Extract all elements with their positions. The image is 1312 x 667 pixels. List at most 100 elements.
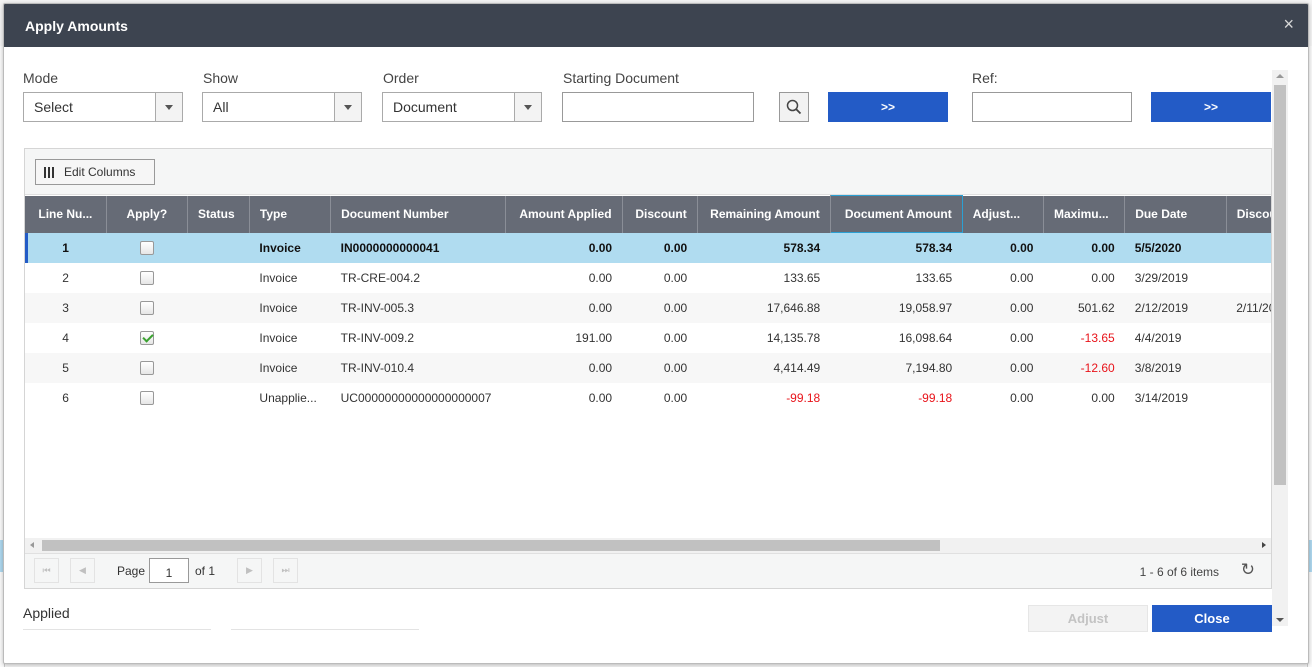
table-row[interactable]: 4 Invoice TR-INV-009.2 191.00 0.00 14,135.78 1… bbox=[25, 323, 1271, 353]
order-select[interactable]: Document bbox=[382, 92, 542, 122]
column-header-maximum[interactable]: Maximu... bbox=[1043, 195, 1126, 233]
chevron-down-icon[interactable] bbox=[514, 93, 541, 121]
cell-amount-applied: 0.00 bbox=[505, 292, 623, 323]
maximum-value: -12.60 bbox=[1080, 360, 1115, 375]
cell-document-amount: 16,098.64 bbox=[830, 323, 962, 353]
table-row[interactable]: 3 Invoice TR-INV-005.3 0.00 0.00 17,646.88 19,… bbox=[25, 292, 1271, 323]
apply-checkbox[interactable] bbox=[139, 330, 154, 345]
cell-line-number: 1 bbox=[25, 232, 107, 263]
page-number-input[interactable]: 1 bbox=[149, 558, 189, 583]
column-header-line-number[interactable]: Line Nu... bbox=[25, 195, 107, 233]
last-page-button[interactable]: ⏭ bbox=[273, 558, 298, 583]
cell-amount-applied: 191.00 bbox=[505, 323, 622, 353]
discount-value: 0.00 bbox=[663, 300, 688, 315]
column-header-type[interactable]: Type bbox=[249, 195, 332, 233]
cell-discount: 0.00 bbox=[622, 323, 697, 353]
apply-checkbox[interactable] bbox=[139, 240, 154, 255]
column-header-status[interactable]: Status bbox=[187, 195, 250, 233]
amount-applied-value: 0.00 bbox=[588, 300, 613, 315]
cell-apply-checkbox bbox=[106, 292, 188, 323]
cell-amount-applied: 0.00 bbox=[505, 352, 623, 383]
cell-maximum: 0.00 bbox=[1043, 232, 1125, 263]
cell-adjust: 0.00 bbox=[962, 292, 1044, 323]
cell-type: Invoice bbox=[249, 352, 331, 383]
scrollbar-thumb[interactable] bbox=[1274, 85, 1286, 485]
edit-columns-button[interactable]: Edit Columns bbox=[35, 159, 155, 185]
column-header-discount[interactable]: Discount bbox=[622, 195, 698, 233]
column-header-document-number[interactable]: Document Number bbox=[330, 195, 506, 233]
column-header-remaining-amount[interactable]: Remaining Amount bbox=[697, 195, 831, 233]
table-row[interactable]: 2 Invoice TR-CRE-004.2 0.00 0.00 133.65 133.65… bbox=[25, 263, 1271, 293]
apply-checkbox[interactable] bbox=[139, 360, 154, 375]
show-label: Show bbox=[203, 70, 239, 86]
maximum-value: 0.00 bbox=[1091, 240, 1115, 255]
ref-go-button[interactable]: >> bbox=[1151, 92, 1271, 122]
table-row[interactable]: 5 Invoice TR-INV-010.4 0.00 0.00 4,414.49 7,19… bbox=[25, 352, 1271, 383]
column-header-apply[interactable]: Apply? bbox=[106, 195, 188, 233]
column-header-due-date[interactable]: Due Date bbox=[1124, 195, 1227, 233]
adjust-button[interactable]: Adjust bbox=[1028, 605, 1148, 632]
starting-document-input[interactable] bbox=[562, 92, 754, 122]
line-number-value: 1 bbox=[62, 240, 69, 255]
mode-select[interactable]: Select bbox=[23, 92, 183, 122]
search-button[interactable] bbox=[779, 92, 809, 122]
cell-discount-date bbox=[1226, 323, 1271, 353]
column-header-amount-applied[interactable]: Amount Applied bbox=[505, 195, 623, 233]
apply-checkbox[interactable] bbox=[139, 390, 154, 405]
cell-remaining-amount: -99.18 bbox=[697, 383, 830, 413]
cell-type: Invoice bbox=[249, 232, 331, 263]
cell-apply-checkbox bbox=[106, 232, 188, 263]
cell-adjust: 0.00 bbox=[962, 263, 1043, 293]
due-date-value: 3/29/2019 bbox=[1134, 270, 1189, 285]
chevron-down-icon[interactable] bbox=[155, 93, 182, 121]
cell-maximum: 0.00 bbox=[1043, 383, 1124, 413]
document-amount-value: -99.18 bbox=[918, 390, 953, 405]
scroll-down-icon[interactable] bbox=[1276, 618, 1284, 622]
chevron-down-icon[interactable] bbox=[334, 93, 361, 121]
item-count: 1 - 6 of 6 items bbox=[1139, 565, 1219, 579]
column-header-discount-date[interactable]: Discou bbox=[1226, 195, 1271, 233]
first-page-button[interactable]: ⏮ bbox=[34, 558, 59, 583]
refresh-icon[interactable]: ↻ bbox=[1241, 561, 1255, 578]
type-value: Invoice bbox=[259, 330, 298, 345]
column-header-document-amount[interactable]: Document Amount bbox=[829, 195, 963, 233]
apply-checkbox[interactable] bbox=[139, 300, 154, 315]
ref-input[interactable] bbox=[972, 92, 1132, 122]
cell-document-number: TR-CRE-004.2 bbox=[331, 263, 506, 293]
table-row[interactable]: 1 Invoice IN0000000000041 0.00 0.00 578.34 578… bbox=[25, 232, 1271, 263]
cell-remaining-amount: 4,414.49 bbox=[697, 352, 831, 383]
cell-document-amount: 578.34 bbox=[830, 232, 963, 263]
scroll-right-icon[interactable] bbox=[1262, 542, 1266, 548]
document-number-value: IN0000000000041 bbox=[340, 240, 440, 255]
column-header-adjust[interactable]: Adjust... bbox=[962, 195, 1044, 233]
scrollbar-thumb[interactable] bbox=[42, 540, 940, 551]
cell-amount-applied: 0.00 bbox=[505, 263, 622, 293]
cell-apply-checkbox bbox=[106, 352, 188, 383]
scroll-up-icon[interactable] bbox=[1276, 74, 1284, 78]
cell-discount-date bbox=[1226, 232, 1271, 263]
type-value: Invoice bbox=[259, 360, 298, 375]
document-amount-value: 16,098.64 bbox=[898, 330, 953, 345]
remaining-amount-value: 17,646.88 bbox=[766, 300, 821, 315]
grid-horizontal-scrollbar[interactable] bbox=[25, 538, 1271, 553]
close-icon[interactable]: × bbox=[1283, 15, 1294, 33]
previous-page-button[interactable]: ◀ bbox=[70, 558, 95, 583]
discount-value: 0.00 bbox=[663, 330, 688, 345]
document-amount-value: 7,194.80 bbox=[905, 360, 953, 375]
apply-checkbox[interactable] bbox=[139, 270, 154, 285]
table-header-row: Line Nu... Apply? Status Type Document N… bbox=[25, 195, 1271, 233]
document-number-value: TR-INV-010.4 bbox=[340, 360, 414, 375]
adjust-value: 0.00 bbox=[1010, 270, 1034, 285]
cell-discount-date bbox=[1226, 383, 1271, 413]
scroll-left-icon[interactable] bbox=[30, 542, 34, 548]
remaining-amount-value: 133.65 bbox=[783, 270, 821, 285]
close-button[interactable]: Close bbox=[1152, 605, 1272, 632]
order-label: Order bbox=[383, 70, 419, 86]
next-page-button[interactable]: ▶ bbox=[237, 558, 262, 583]
cell-status bbox=[187, 352, 250, 383]
table-row[interactable]: 6 Unapplie... UC00000000000000000007 0.00 0.… bbox=[25, 383, 1271, 413]
cell-status bbox=[187, 383, 249, 413]
starting-document-go-button[interactable]: >> bbox=[828, 92, 948, 122]
dialog-vertical-scrollbar[interactable] bbox=[1272, 70, 1288, 626]
show-select[interactable]: All bbox=[202, 92, 362, 122]
